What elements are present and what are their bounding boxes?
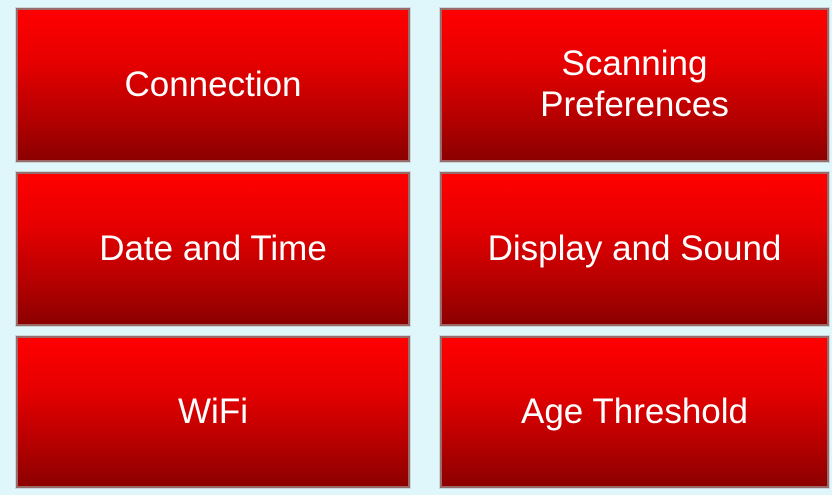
display-and-sound-button[interactable]: Display and Sound <box>439 171 830 327</box>
connection-label: Connection <box>124 64 302 104</box>
connection-button[interactable]: Connection <box>15 7 411 163</box>
wifi-label: WiFi <box>178 391 248 431</box>
date-and-time-label: Date and Time <box>99 228 327 268</box>
display-and-sound-label: Display and Sound <box>487 228 782 268</box>
age-threshold-button[interactable]: Age Threshold <box>439 335 830 489</box>
scanning-preferences-label: Scanning Preferences <box>540 44 729 124</box>
scanning-preferences-button[interactable]: Scanning Preferences <box>439 7 830 163</box>
date-and-time-button[interactable]: Date and Time <box>15 171 411 327</box>
wifi-button[interactable]: WiFi <box>15 335 411 489</box>
age-threshold-label: Age Threshold <box>520 391 748 431</box>
